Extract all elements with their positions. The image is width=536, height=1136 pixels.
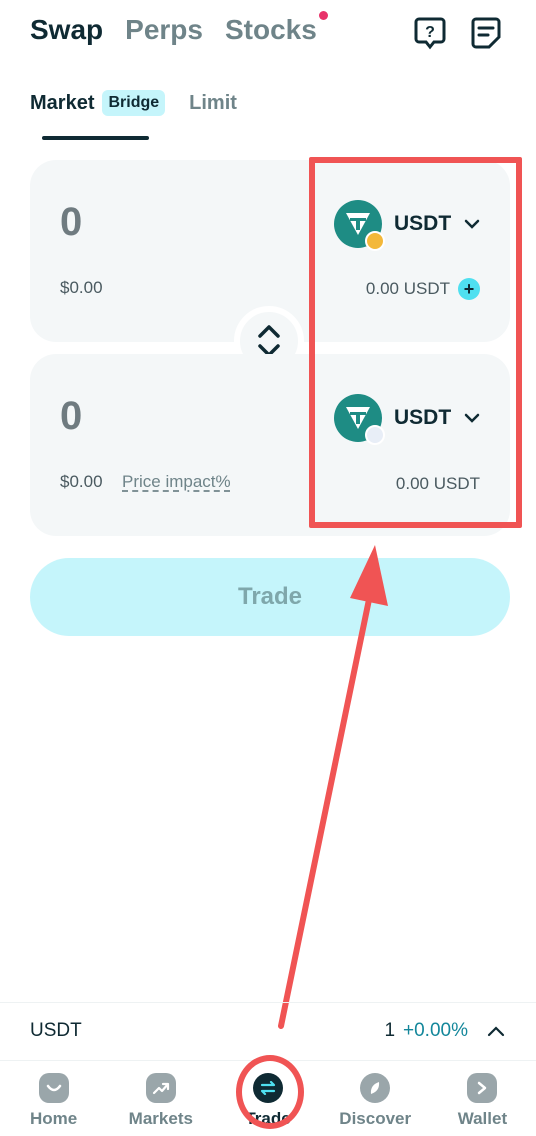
- markets-icon: [145, 1073, 176, 1103]
- to-fiat-value: $0.00: [60, 472, 103, 491]
- nav-discover[interactable]: Discover: [322, 1061, 429, 1136]
- from-fiat-value: $0.00: [60, 278, 103, 297]
- notification-dot: [318, 11, 328, 20]
- home-icon: [38, 1073, 69, 1103]
- from-balance-text: 0.00 USDT: [365, 279, 450, 298]
- nav-trade[interactable]: Trade: [214, 1061, 321, 1136]
- chain-badge-icon: [365, 425, 385, 445]
- from-amount-input[interactable]: 0: [60, 200, 82, 245]
- help-icon[interactable]: ?: [414, 16, 446, 50]
- order-type-tabs: Market Bridge Limit: [30, 90, 237, 116]
- nav-trade-label: Trade: [245, 1109, 291, 1128]
- wallet-icon: [467, 1073, 498, 1103]
- tab-swap[interactable]: Swap: [30, 14, 103, 46]
- trade-icon: [253, 1073, 283, 1103]
- top-icons: ?: [414, 16, 502, 50]
- bottom-nav: Home Markets Trade Discover Wallet: [0, 1060, 536, 1136]
- tab-stocks[interactable]: Stocks: [224, 11, 328, 46]
- nav-markets-label: Markets: [128, 1109, 193, 1128]
- svg-text:?: ?: [425, 24, 435, 41]
- nav-home-label: Home: [29, 1109, 78, 1128]
- to-amount-value: 0: [60, 394, 83, 438]
- add-funds-button[interactable]: +: [458, 278, 480, 300]
- ticker-bar[interactable]: USDT 1 +0.00%: [0, 1002, 536, 1058]
- usdt-logo-icon: [334, 394, 385, 445]
- tab-market-label: Market: [30, 91, 95, 114]
- nav-discover-label: Discover: [339, 1109, 412, 1128]
- nav-home[interactable]: Home: [0, 1061, 107, 1136]
- ticker-change: +0.00%: [403, 1019, 468, 1041]
- nav-markets[interactable]: Markets: [107, 1061, 214, 1136]
- to-token-symbol: USDT: [394, 406, 452, 429]
- usdt-logo-icon: [334, 200, 385, 251]
- price-impact-link[interactable]: Price impact%: [122, 472, 231, 492]
- from-token-selector[interactable]: USDT: [334, 200, 481, 251]
- tab-perps[interactable]: Perps: [125, 14, 203, 46]
- tab-limit[interactable]: Limit: [189, 92, 237, 115]
- tab-market[interactable]: Market Bridge: [30, 90, 166, 116]
- discover-icon: [360, 1073, 391, 1103]
- chevron-down-icon: [464, 219, 480, 229]
- nav-wallet-label: Wallet: [457, 1109, 508, 1128]
- chevron-up-icon[interactable]: [486, 1024, 506, 1038]
- to-balance: 0.00 USDT: [395, 474, 480, 493]
- trade-button[interactable]: Trade: [30, 558, 510, 636]
- active-tab-indicator: [42, 136, 149, 140]
- from-balance: 0.00 USDT +: [366, 278, 480, 300]
- top-tabs: Swap Perps Stocks: [30, 11, 328, 46]
- nav-wallet[interactable]: Wallet: [429, 1061, 536, 1136]
- notes-icon[interactable]: [470, 16, 502, 50]
- chevron-down-icon: [464, 413, 480, 423]
- tab-stocks-label: Stocks: [224, 14, 317, 45]
- chain-badge-icon: [365, 231, 385, 251]
- bridge-badge: Bridge: [102, 90, 166, 116]
- ticker-price: 1: [384, 1019, 396, 1041]
- swap-to-card: 0 $0.00 Price impact% USDT 0.00 USDT: [30, 354, 510, 536]
- to-token-selector[interactable]: USDT: [334, 394, 481, 445]
- from-token-symbol: USDT: [394, 212, 452, 235]
- ticker-symbol: USDT: [30, 1019, 82, 1041]
